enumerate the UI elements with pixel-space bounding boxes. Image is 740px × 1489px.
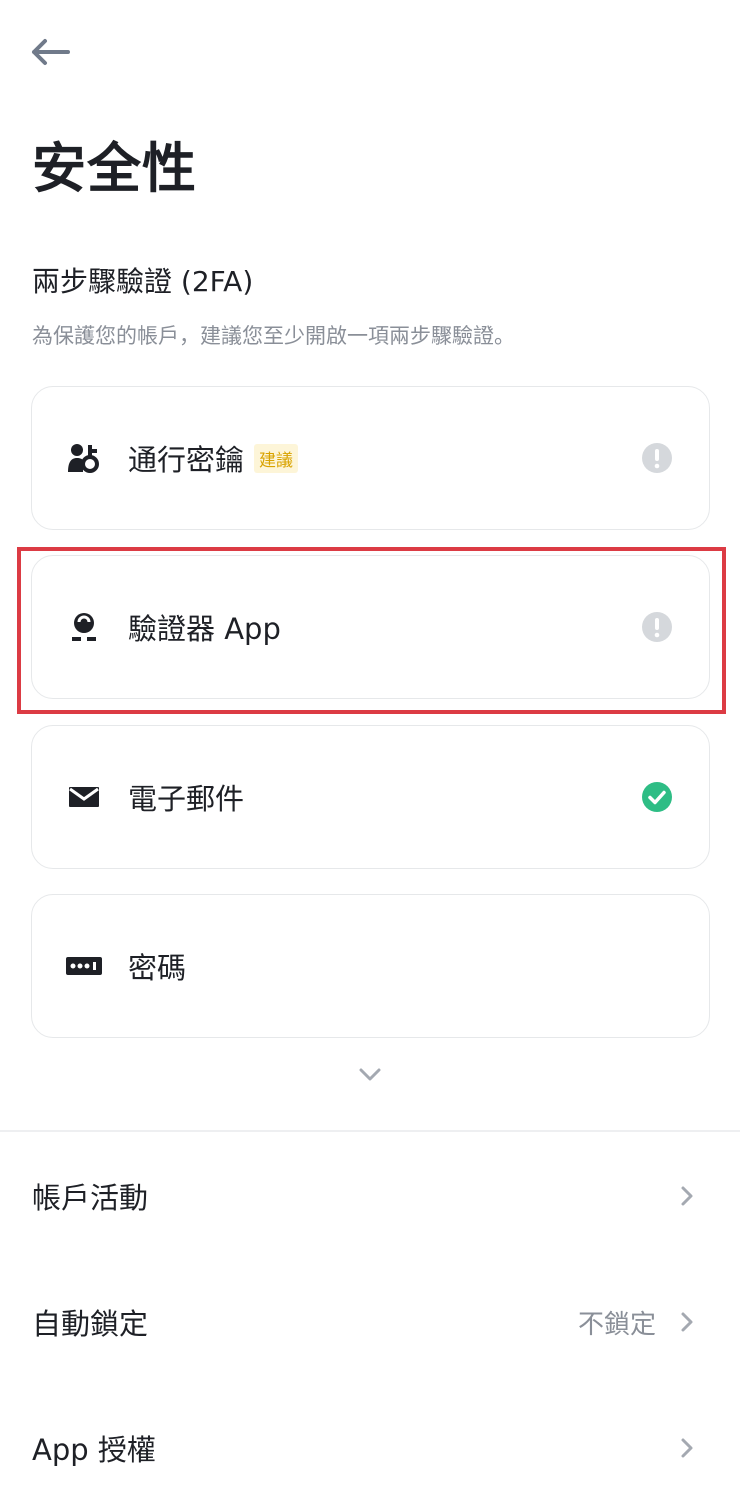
- passkey-icon: [66, 440, 102, 476]
- warning-icon: [642, 612, 672, 642]
- chevron-right-icon: [681, 1312, 693, 1332]
- twofa-item-authenticator[interactable]: 驗證器 App: [31, 555, 710, 699]
- email-icon: [66, 779, 102, 815]
- settings-row-value: 不鎖定: [577, 1309, 656, 1340]
- chevron-right-icon: [681, 1186, 693, 1206]
- twofa-item-label: 電子郵件: [128, 782, 245, 816]
- chevron-right-icon: [681, 1438, 693, 1458]
- arrow-left-icon: [32, 39, 70, 65]
- chevron-down-icon: [359, 1068, 381, 1081]
- section-divider: [0, 1130, 740, 1132]
- twofa-item-email[interactable]: 電子郵件: [31, 725, 710, 869]
- twofa-item-label: 密碼: [128, 951, 187, 985]
- settings-row-auto-lock[interactable]: 自動鎖定 不鎖定: [0, 1272, 740, 1372]
- section-title-2fa: 兩步驟驗證 (2FA): [32, 265, 254, 298]
- settings-row-label: App 授權: [32, 1433, 156, 1467]
- authenticator-icon: [66, 609, 102, 645]
- twofa-item-label: 驗證器 App: [128, 612, 281, 646]
- twofa-item-password[interactable]: 密碼: [31, 894, 710, 1038]
- settings-row-account-activity[interactable]: 帳戶活動: [0, 1146, 740, 1246]
- settings-row-app-authorization[interactable]: App 授權: [0, 1398, 740, 1489]
- settings-row-label: 帳戶活動: [32, 1181, 149, 1215]
- back-button[interactable]: [26, 30, 74, 74]
- settings-row-label: 自動鎖定: [32, 1307, 149, 1341]
- page-title: 安全性: [32, 137, 197, 200]
- expand-more-button[interactable]: [352, 1058, 388, 1092]
- password-icon: [66, 948, 102, 984]
- section-description-2fa: 為保護您的帳戶，建議您至少開啟一項兩步驟驗證。: [32, 324, 515, 348]
- security-page: 安全性 兩步驟驗證 (2FA) 為保護您的帳戶，建議您至少開啟一項兩步驟驗證。 …: [0, 0, 740, 1489]
- recommended-badge: 建議: [254, 443, 299, 473]
- check-circle-icon: [642, 782, 672, 812]
- twofa-item-passkey[interactable]: 通行密鑰 建議: [31, 386, 710, 530]
- twofa-item-label: 通行密鑰: [128, 443, 245, 477]
- warning-icon: [642, 443, 672, 473]
